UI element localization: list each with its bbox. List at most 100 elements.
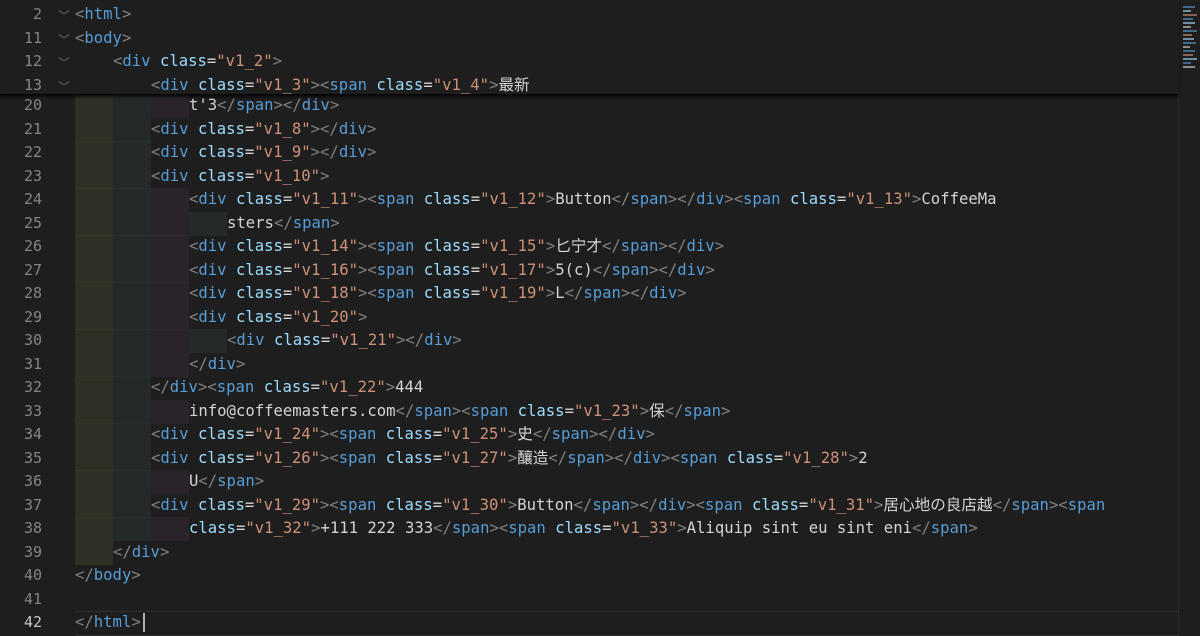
minimap-line	[1183, 62, 1191, 64]
code-line[interactable]: 13 <div class="v1_3"><span class="v1_4">最…	[0, 74, 1178, 98]
code-line[interactable]: 30 <div class="v1_21"></div>	[0, 329, 1178, 353]
fold-chevron-icon[interactable]: ﹀	[58, 7, 70, 24]
code-line[interactable]: 38 class="v1_32">+111 222 333</span><span…	[0, 517, 1178, 541]
code-line[interactable]: 24 <div class="v1_11"><span class="v1_12"…	[0, 188, 1178, 212]
indent-guide	[151, 188, 189, 212]
minimap-line	[1183, 10, 1191, 12]
code-token: <	[151, 75, 161, 94]
code-token: 5(c)	[555, 260, 593, 279]
code-token: div	[160, 425, 189, 443]
minimap-line	[1183, 30, 1197, 32]
code-token: >	[507, 448, 518, 467]
editor-lines[interactable]: 20 t'3</span></div> 21 <div class="v1_8"></…	[0, 94, 1178, 636]
code-token: "v1_16"	[292, 260, 359, 279]
code-token: ><	[724, 190, 744, 208]
code-line[interactable]: 29 <div class="v1_20">	[0, 305, 1178, 330]
code-token: span	[376, 237, 415, 255]
code-token: class	[423, 260, 471, 279]
code-line[interactable]: 22 <div class="v1_9"></div>	[0, 141, 1178, 165]
code-token: span	[376, 260, 415, 279]
code-token: >	[131, 566, 141, 584]
code-token: class	[197, 495, 245, 514]
code-line[interactable]: 25 sters</span>	[0, 211, 1178, 236]
code-line[interactable]: 12 <div class="v1_2">	[0, 50, 1178, 74]
code-token: +111 222 333	[320, 519, 434, 537]
code-token: div	[160, 448, 189, 467]
code-editor[interactable]: 2 <html> 11 <body> 12 <div class="v1_2"> 13 <di…	[0, 0, 1200, 636]
code-line[interactable]: 20 t'3</span></div>	[0, 94, 1178, 118]
fold-chevron-icon[interactable]: ﹀	[58, 54, 70, 71]
code-line[interactable]: 27 <div class="v1_16"><span class="v1_17"…	[0, 258, 1178, 283]
line-number: 11	[23, 28, 42, 47]
code-token: "v1_29"	[254, 495, 321, 514]
line-number: 28	[23, 284, 42, 302]
line-number: 2	[32, 5, 42, 23]
code-token: "v1_2"	[216, 52, 273, 70]
indent-guide	[151, 211, 189, 236]
line-number: 37	[23, 495, 42, 514]
code-token: <	[189, 307, 199, 326]
sticky-scroll-header[interactable]: 2 <html> 11 <body> 12 <div class="v1_2"> 13 <di…	[0, 0, 1178, 95]
indent-guide	[75, 94, 113, 118]
code-line[interactable]: 11 <body>	[0, 27, 1178, 51]
code-token: "v1_27"	[442, 448, 508, 467]
code-token: =	[432, 495, 443, 514]
code-line[interactable]: 42 </html>	[0, 611, 1178, 636]
code-token: Button	[555, 190, 612, 208]
code-token: >	[545, 284, 556, 302]
indent-guide	[75, 423, 113, 447]
code-line[interactable]: 40 </body>	[0, 564, 1178, 588]
minimap-line	[1183, 26, 1191, 28]
code-content: <div class="v1_14"><span class="v1_15">匕…	[189, 235, 724, 259]
code-token: "v1_19"	[480, 284, 546, 302]
code-line[interactable]: 31 </div>	[0, 352, 1178, 377]
indent-guide	[113, 305, 151, 330]
code-token: span	[551, 425, 590, 443]
code-token: div	[198, 260, 227, 279]
code-token: span	[414, 401, 452, 420]
code-token: span	[930, 519, 969, 537]
code-token: body	[93, 566, 132, 584]
code-line[interactable]: 2 <html>	[0, 3, 1178, 27]
code-line[interactable]: 36 U</span>	[0, 470, 1178, 494]
code-token: =	[310, 378, 321, 396]
code-token: 匕宁才	[555, 237, 602, 255]
code-line[interactable]: 34 <div class="v1_24"><span class="v1_25"…	[0, 423, 1178, 447]
code-token: span	[620, 237, 659, 255]
code-token: =	[470, 190, 481, 208]
code-line[interactable]: 21 <div class="v1_8"></div>	[0, 117, 1178, 142]
line-number: 29	[23, 307, 42, 326]
code-token: "v1_24"	[254, 425, 321, 443]
indent-guide	[151, 305, 189, 330]
indent-guide	[75, 446, 113, 471]
code-token: <	[75, 5, 85, 23]
fold-chevron-icon[interactable]: ﹀	[58, 31, 70, 48]
indent-guide	[151, 399, 189, 424]
code-line[interactable]: 33 info@coffeemasters.com</span><span cla…	[0, 399, 1178, 424]
code-content: <div class="v1_9"></div>	[151, 141, 376, 165]
code-content: </div>	[113, 541, 169, 565]
code-token: class	[726, 448, 774, 467]
code-line[interactable]: 37 <div class="v1_29"><span class="v1_30"…	[0, 493, 1178, 518]
code-line[interactable]: 23 <div class="v1_10">	[0, 164, 1178, 189]
code-token: class	[423, 190, 471, 208]
minimap[interactable]	[1178, 0, 1200, 636]
code-token: "v1_3"	[254, 75, 311, 94]
code-content: <div class="v1_26"><span class="v1_27">釀…	[151, 447, 868, 471]
code-line[interactable]: 28 <div class="v1_18"><span class="v1_19"…	[0, 282, 1178, 306]
code-line[interactable]: 39 </div>	[0, 540, 1178, 565]
fold-chevron-icon[interactable]: ﹀	[58, 78, 70, 95]
code-content: <div class="v1_18"><span class="v1_19">L…	[189, 282, 687, 306]
indent-guide	[75, 493, 113, 518]
code-token: <	[151, 448, 161, 467]
code-token: div	[338, 119, 367, 138]
code-line[interactable]: 32 </div><span class="v1_22">444	[0, 376, 1178, 400]
code-token: ></	[620, 284, 650, 302]
code-line[interactable]: 35 <div class="v1_26"><span class="v1_27"…	[0, 446, 1178, 471]
code-token: ><	[197, 378, 217, 396]
code-token: >	[968, 519, 978, 537]
code-line[interactable]: 41	[0, 588, 1178, 612]
code-line[interactable]: 26 <div class="v1_14"><span class="v1_15"…	[0, 235, 1178, 259]
